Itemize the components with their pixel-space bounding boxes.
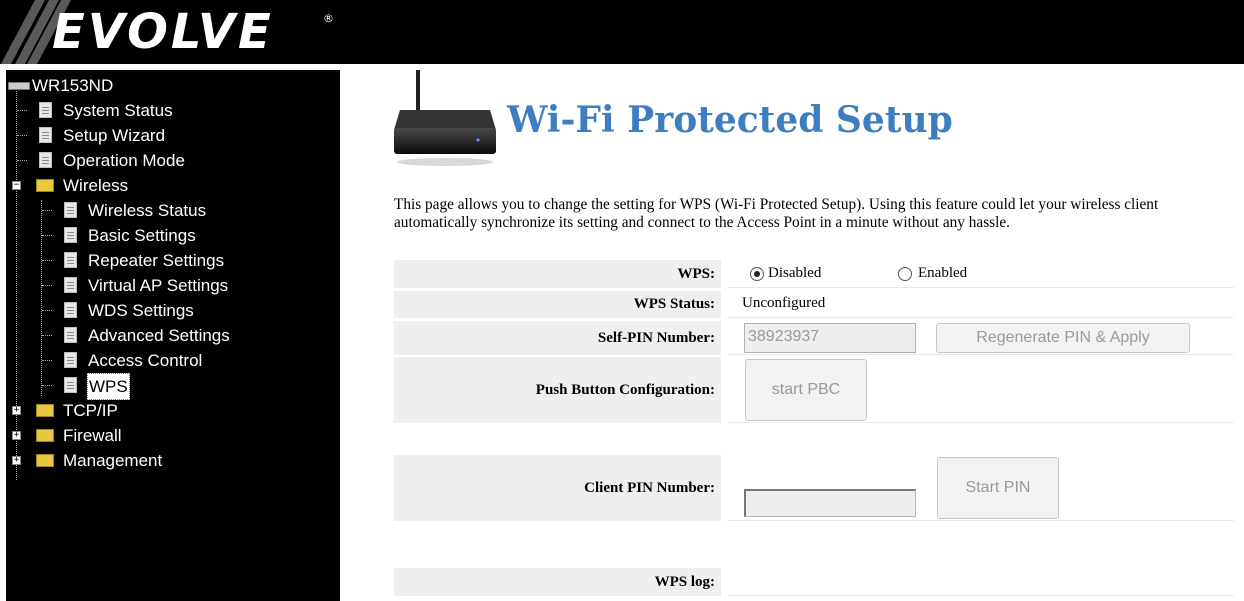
tree-connector — [41, 200, 42, 396]
start-pin-button[interactable]: Start PIN — [937, 457, 1059, 519]
regenerate-pin-button[interactable]: Regenerate PIN & Apply — [936, 323, 1190, 353]
page-icon — [39, 152, 52, 168]
page-icon — [39, 127, 52, 143]
pbc-cell: start PBC — [728, 357, 1234, 423]
wps-disabled-label[interactable]: Disabled — [768, 265, 821, 282]
sidebar-item-label: Wireless Status — [88, 201, 207, 220]
tree-connector — [17, 110, 27, 111]
start-pbc-button[interactable]: start PBC — [745, 359, 867, 421]
folder-icon — [36, 429, 54, 442]
expand-icon[interactable]: + — [12, 431, 21, 440]
wps-enabled-label[interactable]: Enabled — [918, 265, 967, 282]
self-pin-label: Self-PIN Number: — [394, 321, 721, 355]
tree-connector — [42, 285, 52, 286]
tree-connector — [16, 88, 17, 480]
sidebar-item-label: Wireless — [63, 176, 129, 195]
folder-icon — [36, 454, 54, 467]
sidebar-item-label: System Status — [63, 101, 173, 120]
self-pin-field[interactable]: 38923937 — [744, 323, 916, 353]
page-icon — [64, 377, 77, 393]
sidebar-item-label: Repeater Settings — [88, 251, 225, 270]
wps-log-cell — [728, 568, 1234, 596]
expand-icon[interactable]: + — [12, 406, 21, 415]
wps-status-value: Unconfigured — [742, 295, 826, 311]
sidebar-item-label: Firewall — [63, 426, 122, 445]
page-icon — [64, 202, 77, 218]
router-icon — [394, 70, 496, 166]
tree-connector — [17, 135, 27, 136]
folder-open-icon — [36, 179, 54, 192]
registered-mark: ® — [323, 12, 334, 25]
wps-label: WPS: — [394, 260, 721, 288]
client-pin-input[interactable] — [744, 489, 916, 517]
tree-connector — [42, 310, 52, 311]
wps-log-label: WPS log: — [394, 568, 721, 596]
wps-disabled-radio[interactable] — [750, 267, 764, 281]
sidebar-item-label: Advanced Settings — [88, 326, 230, 345]
page-icon — [64, 277, 77, 293]
tree-connector — [42, 235, 52, 236]
sidebar-item-label: Basic Settings — [88, 226, 196, 245]
wps-radio-group: Disabled Enabled — [728, 260, 1234, 288]
brand-logo: EVOLVE — [52, 4, 274, 60]
sidebar-item-label: Management — [63, 451, 163, 470]
tree-connector — [42, 260, 52, 261]
self-pin-cell: 38923937 Regenerate PIN & Apply — [728, 321, 1234, 355]
sidebar-nav-tree: WR153ND System Status Setup Wizard Opera… — [6, 70, 340, 601]
page-icon — [64, 302, 77, 318]
page-icon — [39, 102, 52, 118]
wps-status-label: WPS Status: — [394, 291, 721, 318]
client-pin-label: Client PIN Number: — [394, 455, 721, 521]
sidebar-item-label: WDS Settings — [88, 301, 194, 320]
page-icon — [64, 227, 77, 243]
tree-connector — [42, 385, 52, 386]
page-icon — [64, 252, 77, 268]
wps-enabled-radio[interactable] — [898, 267, 912, 281]
sidebar-item-label: TCP/IP — [63, 401, 118, 420]
header-banner: EVOLVE ® — [0, 0, 1244, 64]
tree-connector — [42, 335, 52, 336]
tree-connector — [42, 360, 52, 361]
collapse-icon[interactable]: − — [12, 181, 21, 190]
sidebar-item-label: WPS — [87, 373, 130, 400]
sidebar-item-label: Virtual AP Settings — [88, 276, 229, 295]
expand-icon[interactable]: + — [12, 456, 21, 465]
page-icon — [64, 327, 77, 343]
sidebar-item-label: Access Control — [88, 351, 203, 370]
tree-connector — [17, 160, 27, 161]
sidebar-item-label: Setup Wizard — [63, 126, 166, 145]
pbc-label: Push Button Configuration: — [394, 357, 721, 423]
router-icon — [8, 82, 30, 90]
tree-root-label: WR153ND — [32, 76, 114, 95]
page-description: This page allows you to change the setti… — [394, 196, 1159, 231]
page-icon — [64, 352, 77, 368]
sidebar-item-label: Operation Mode — [63, 151, 185, 170]
wps-status-cell: Unconfigured — [728, 291, 1234, 318]
tree-connector — [42, 210, 52, 211]
page-title: Wi-Fi Protected Setup — [507, 99, 953, 141]
client-pin-cell: Start PIN — [728, 455, 1234, 521]
folder-icon — [36, 404, 54, 417]
